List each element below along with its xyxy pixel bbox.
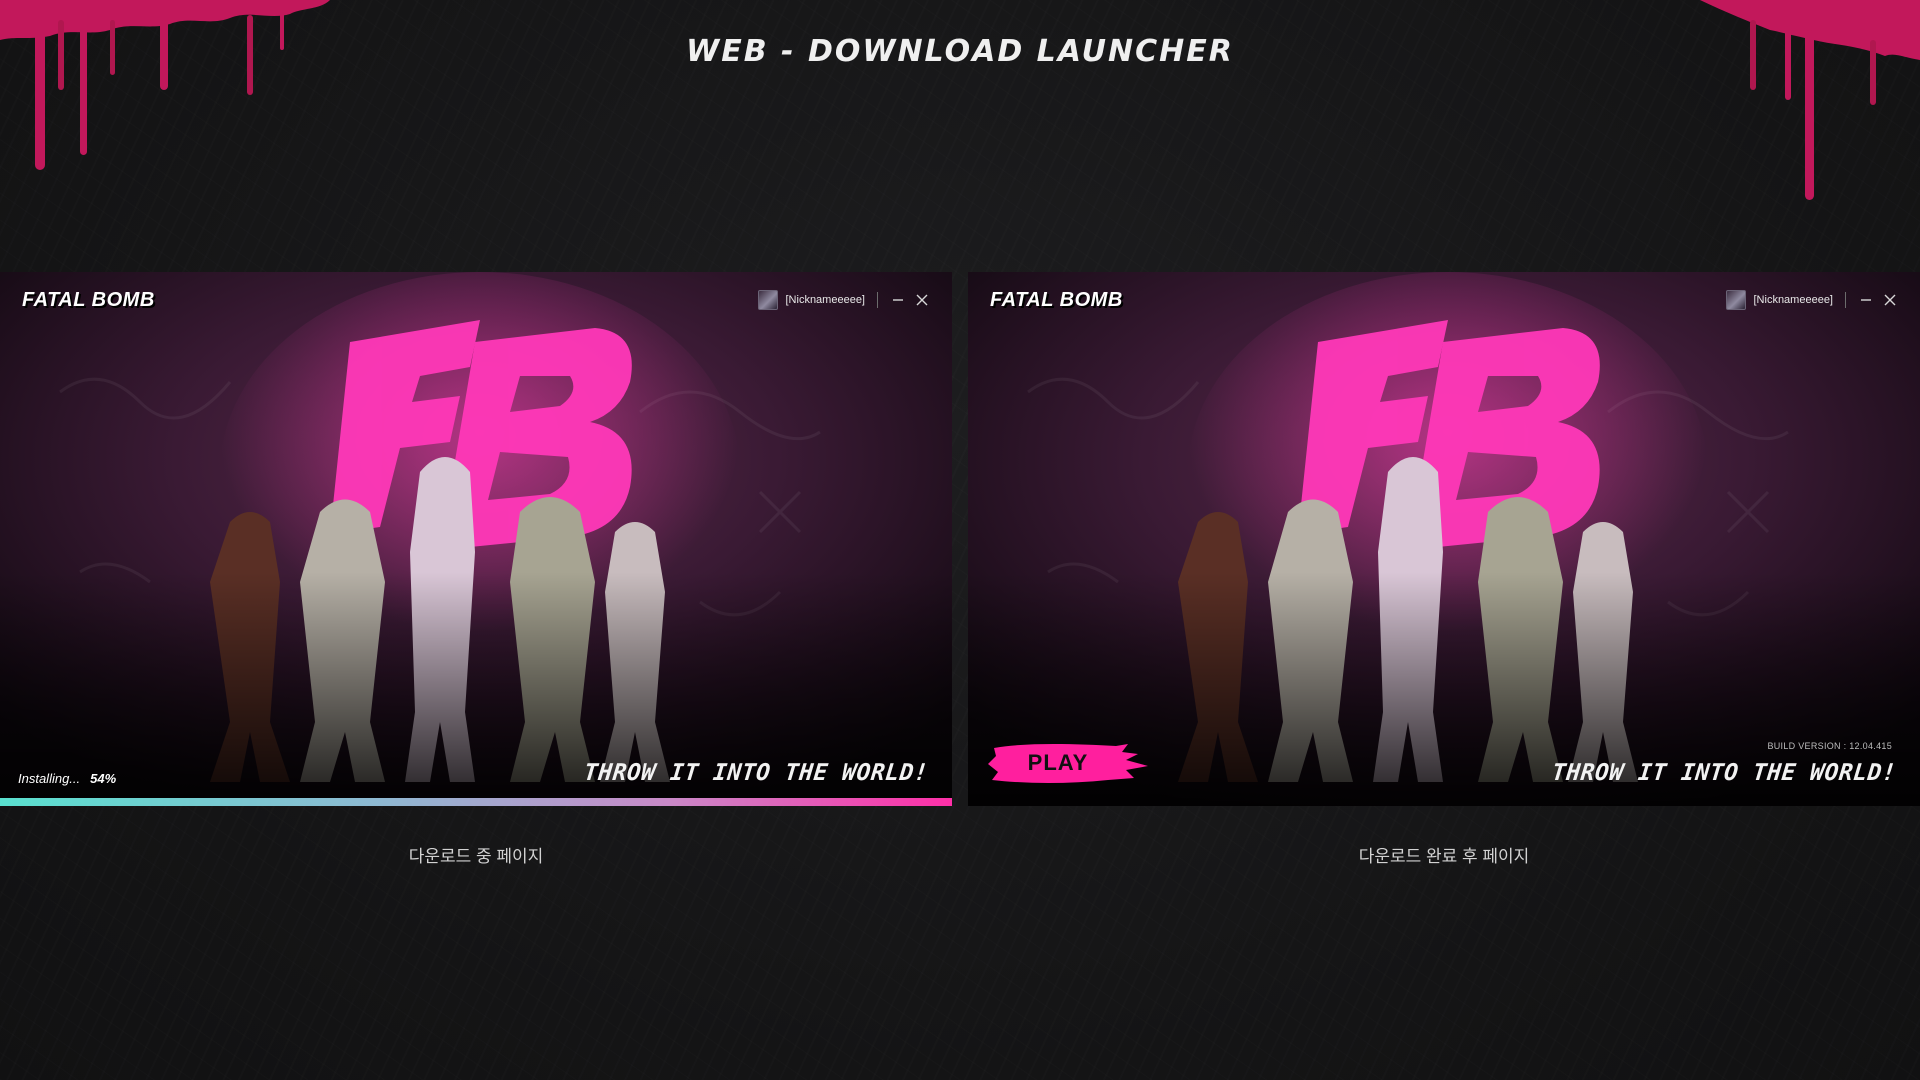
key-art-image	[968, 272, 1920, 806]
divider	[1845, 292, 1846, 308]
install-status-label: Installing...	[18, 771, 81, 786]
avatar[interactable]	[757, 290, 778, 310]
install-status: Installing... 54%	[18, 771, 116, 786]
avatar[interactable]	[1725, 290, 1746, 310]
minimize-icon[interactable]	[890, 292, 906, 308]
play-button[interactable]: PLAY	[988, 740, 1152, 786]
slogan-text: THROW IT INTO THE WORLD!	[582, 760, 930, 786]
fatal-bomb-logo: FATAL BOMB	[990, 289, 1123, 311]
install-progress-bar	[0, 798, 952, 806]
play-button-label: PLAY	[1027, 750, 1089, 775]
paint-drip-left-decoration	[0, 0, 330, 170]
caption-complete: 다운로드 완료 후 페이지	[1358, 847, 1530, 866]
key-art-image	[0, 272, 952, 806]
title-bar-controls: [Nicknameeeee]	[757, 290, 931, 310]
fatal-bomb-logo: FATAL BOMB	[22, 289, 155, 311]
paint-drip-right-decoration	[1700, 0, 1920, 200]
page-title: WEB - DOWNLOAD LAUNCHER	[686, 34, 1234, 69]
nickname-label[interactable]: [Nicknameeeee]	[1754, 294, 1834, 306]
slogan-text: THROW IT INTO THE WORLD!	[1550, 760, 1898, 786]
close-icon[interactable]	[914, 292, 930, 308]
build-version-label: BUILD VERSION : 12.04.415	[1767, 741, 1892, 751]
minimize-icon[interactable]	[1858, 292, 1874, 308]
nickname-label[interactable]: [Nicknameeeee]	[786, 294, 866, 306]
close-icon[interactable]	[1882, 292, 1898, 308]
title-bar-controls: [Nicknameeeee]	[1725, 290, 1899, 310]
install-progress-fill	[0, 798, 952, 806]
page: WEB - DOWNLOAD LAUNCHER FATAL BOMB [Nick…	[0, 0, 1920, 1080]
caption-downloading: 다운로드 중 페이지	[408, 847, 544, 866]
launcher-window-complete: FATAL BOMB [Nicknameeeee] BUILD VERSION …	[968, 272, 1920, 806]
divider	[877, 292, 878, 308]
launcher-window-downloading: FATAL BOMB [Nicknameeeee] Installing... 5…	[0, 272, 952, 806]
install-percent: 54%	[90, 771, 117, 786]
